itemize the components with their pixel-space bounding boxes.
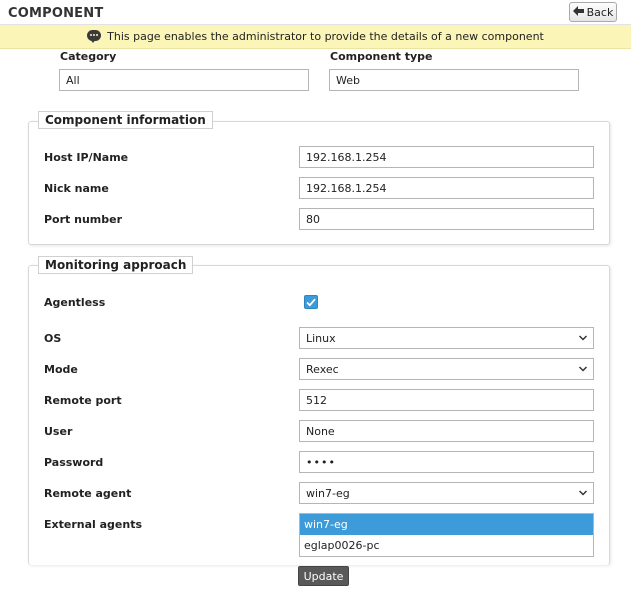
- remote-agent-label: Remote agent: [44, 487, 132, 500]
- chevron-down-icon: [579, 365, 587, 373]
- external-agent-option[interactable]: win7-eg: [300, 514, 593, 535]
- mode-label: Mode: [44, 363, 78, 376]
- os-select-value: Linux: [306, 331, 336, 345]
- remote-port-input[interactable]: 512: [299, 389, 594, 411]
- remote-port-label: Remote port: [44, 394, 122, 407]
- nick-name-label: Nick name: [44, 182, 109, 195]
- os-label: OS: [44, 332, 62, 345]
- user-label: User: [44, 425, 73, 438]
- mode-select-value: Rexec: [306, 362, 339, 376]
- back-arrow-icon: [572, 5, 584, 19]
- port-number-label: Port number: [44, 213, 123, 226]
- host-input[interactable]: 192.168.1.254: [299, 146, 594, 168]
- host-label: Host IP/Name: [44, 151, 129, 164]
- update-button[interactable]: Update: [298, 566, 349, 586]
- title-bar: COMPONENT Back: [0, 0, 631, 25]
- chat-bubble-icon: [87, 29, 102, 44]
- component-type-label: Component type: [330, 50, 433, 63]
- page-title: COMPONENT: [8, 6, 104, 21]
- remote-agent-select[interactable]: win7-eg: [299, 482, 594, 504]
- os-select[interactable]: Linux: [299, 327, 594, 349]
- password-label: Password: [44, 456, 104, 469]
- monitoring-approach-legend: Monitoring approach: [38, 256, 194, 274]
- checkmark-icon: [306, 298, 316, 307]
- component-information-legend: Component information: [38, 111, 213, 129]
- mode-select[interactable]: Rexec: [299, 358, 594, 380]
- component-type-select[interactable]: Web: [329, 69, 579, 91]
- port-number-input[interactable]: 80: [299, 208, 594, 230]
- nick-name-input[interactable]: 192.168.1.254: [299, 177, 594, 199]
- user-input[interactable]: None: [299, 420, 594, 442]
- back-button-label: Back: [586, 5, 614, 19]
- remote-agent-select-value: win7-eg: [306, 486, 350, 500]
- category-select[interactable]: All: [59, 69, 309, 91]
- external-agents-label: External agents: [44, 518, 143, 531]
- back-button[interactable]: Back: [569, 2, 617, 22]
- chevron-down-icon: [579, 334, 587, 342]
- external-agents-listbox[interactable]: win7-eg eglap0026-pc: [299, 513, 594, 557]
- agentless-label: Agentless: [44, 296, 106, 309]
- info-text: This page enables the administrator to p…: [107, 30, 544, 43]
- info-banner: This page enables the administrator to p…: [0, 25, 631, 49]
- password-input[interactable]: ••••: [299, 451, 594, 473]
- agentless-checkbox[interactable]: [304, 295, 318, 309]
- chevron-down-icon: [579, 489, 587, 497]
- external-agent-option[interactable]: eglap0026-pc: [300, 535, 593, 556]
- category-label: Category: [60, 50, 117, 63]
